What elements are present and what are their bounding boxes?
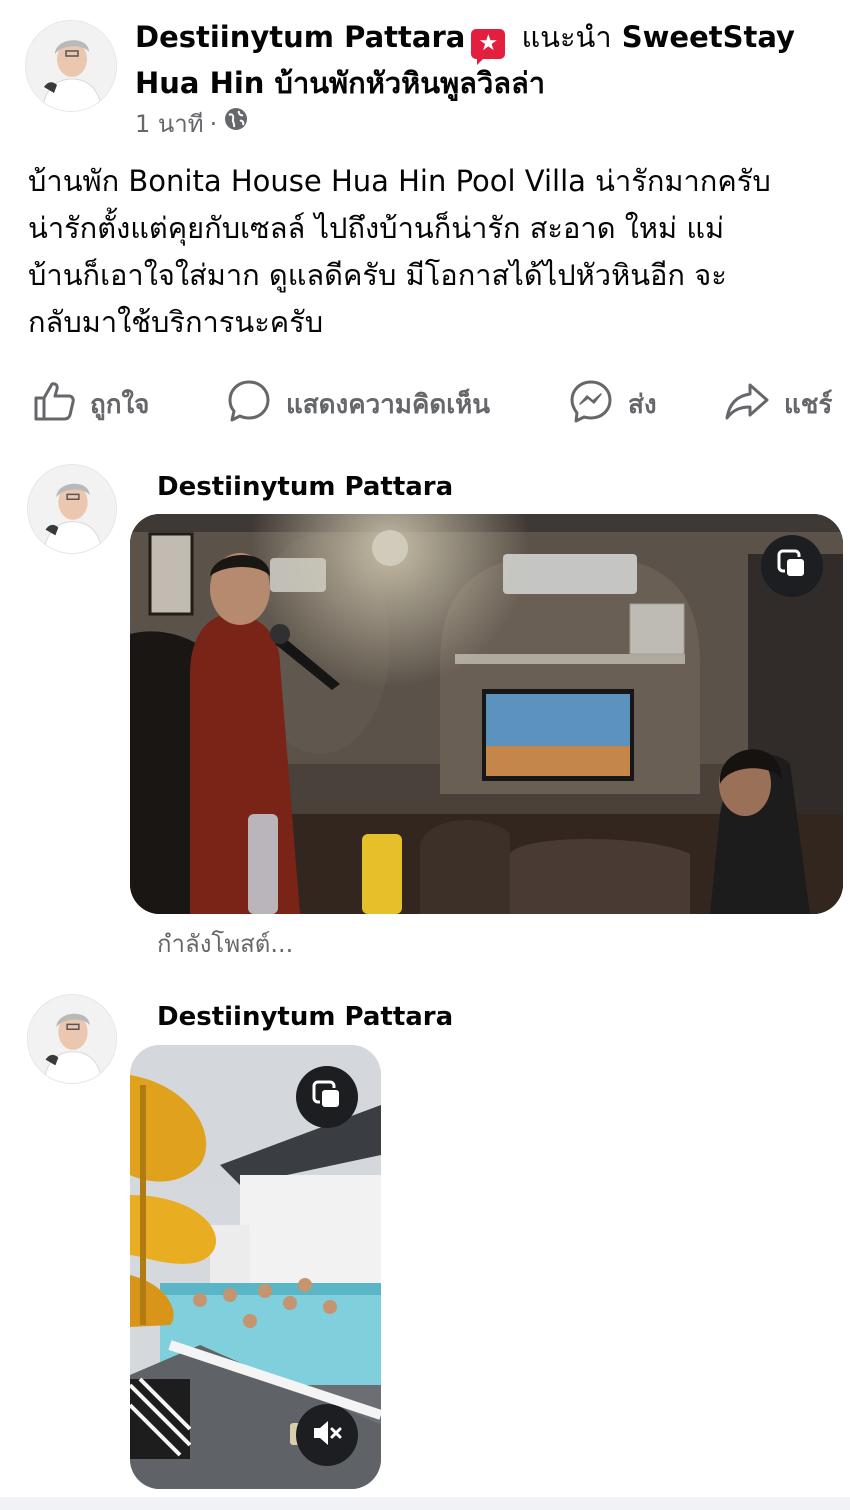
comment-author-name[interactable]: Destiinytum Pattara xyxy=(157,1002,453,1032)
karaoke-room-photo xyxy=(130,514,843,914)
share-button[interactable]: แชร์ xyxy=(724,372,832,436)
comment-author-name[interactable]: Destiinytum Pattara xyxy=(157,472,453,502)
like-button[interactable]: ถูกใจ xyxy=(32,372,149,436)
post-text: บ้านพัก Bonita House Hua Hin Pool Villa … xyxy=(28,164,771,339)
share-arrow-icon xyxy=(724,378,770,431)
star-badge-icon: ★ xyxy=(471,29,506,65)
thumbs-up-icon xyxy=(32,379,76,430)
post-author-name[interactable]: Destiinytum Pattara xyxy=(135,20,465,54)
globe-icon xyxy=(223,106,249,142)
avatar-photo xyxy=(28,995,116,1083)
messenger-icon xyxy=(568,378,614,431)
avatar-photo xyxy=(28,465,116,553)
duplicate-media-icon xyxy=(775,547,809,585)
comment-button[interactable]: แสดงความคิดเห็น xyxy=(226,372,490,436)
author-avatar[interactable] xyxy=(25,20,117,112)
recommends-label: แนะนำ xyxy=(521,20,612,54)
send-button[interactable]: ส่ง xyxy=(568,372,657,436)
comment-avatar[interactable] xyxy=(27,464,117,554)
post-meta: 1 นาที · xyxy=(135,106,249,142)
post-timestamp[interactable]: 1 นาที xyxy=(135,106,204,142)
comment-label: แสดงความคิดเห็น xyxy=(286,389,491,420)
comment-photo[interactable] xyxy=(130,514,843,914)
share-label: แชร์ xyxy=(784,389,833,420)
feed-divider xyxy=(0,1497,850,1510)
unmute-button[interactable] xyxy=(296,1404,358,1466)
duplicate-media-icon xyxy=(310,1078,344,1116)
like-label: ถูกใจ xyxy=(90,389,150,420)
muted-speaker-icon xyxy=(310,1416,344,1454)
posting-status: กำลังโพสต์... xyxy=(157,930,294,958)
view-media-button[interactable] xyxy=(296,1066,358,1128)
post-action-bar: ถูกใจ แสดงความคิดเห็น ส่ง แชร์ xyxy=(0,372,850,436)
comment-bubble-icon xyxy=(226,378,272,431)
avatar-photo xyxy=(26,21,116,111)
comment-avatar[interactable] xyxy=(27,994,117,1084)
post-header: Destiinytum Pattara ★ แนะนำ SweetStay Hua… xyxy=(135,14,825,106)
send-label: ส่ง xyxy=(628,389,657,420)
meta-separator: · xyxy=(209,110,218,138)
view-media-button[interactable] xyxy=(761,535,823,597)
comment-video[interactable] xyxy=(130,1045,381,1489)
